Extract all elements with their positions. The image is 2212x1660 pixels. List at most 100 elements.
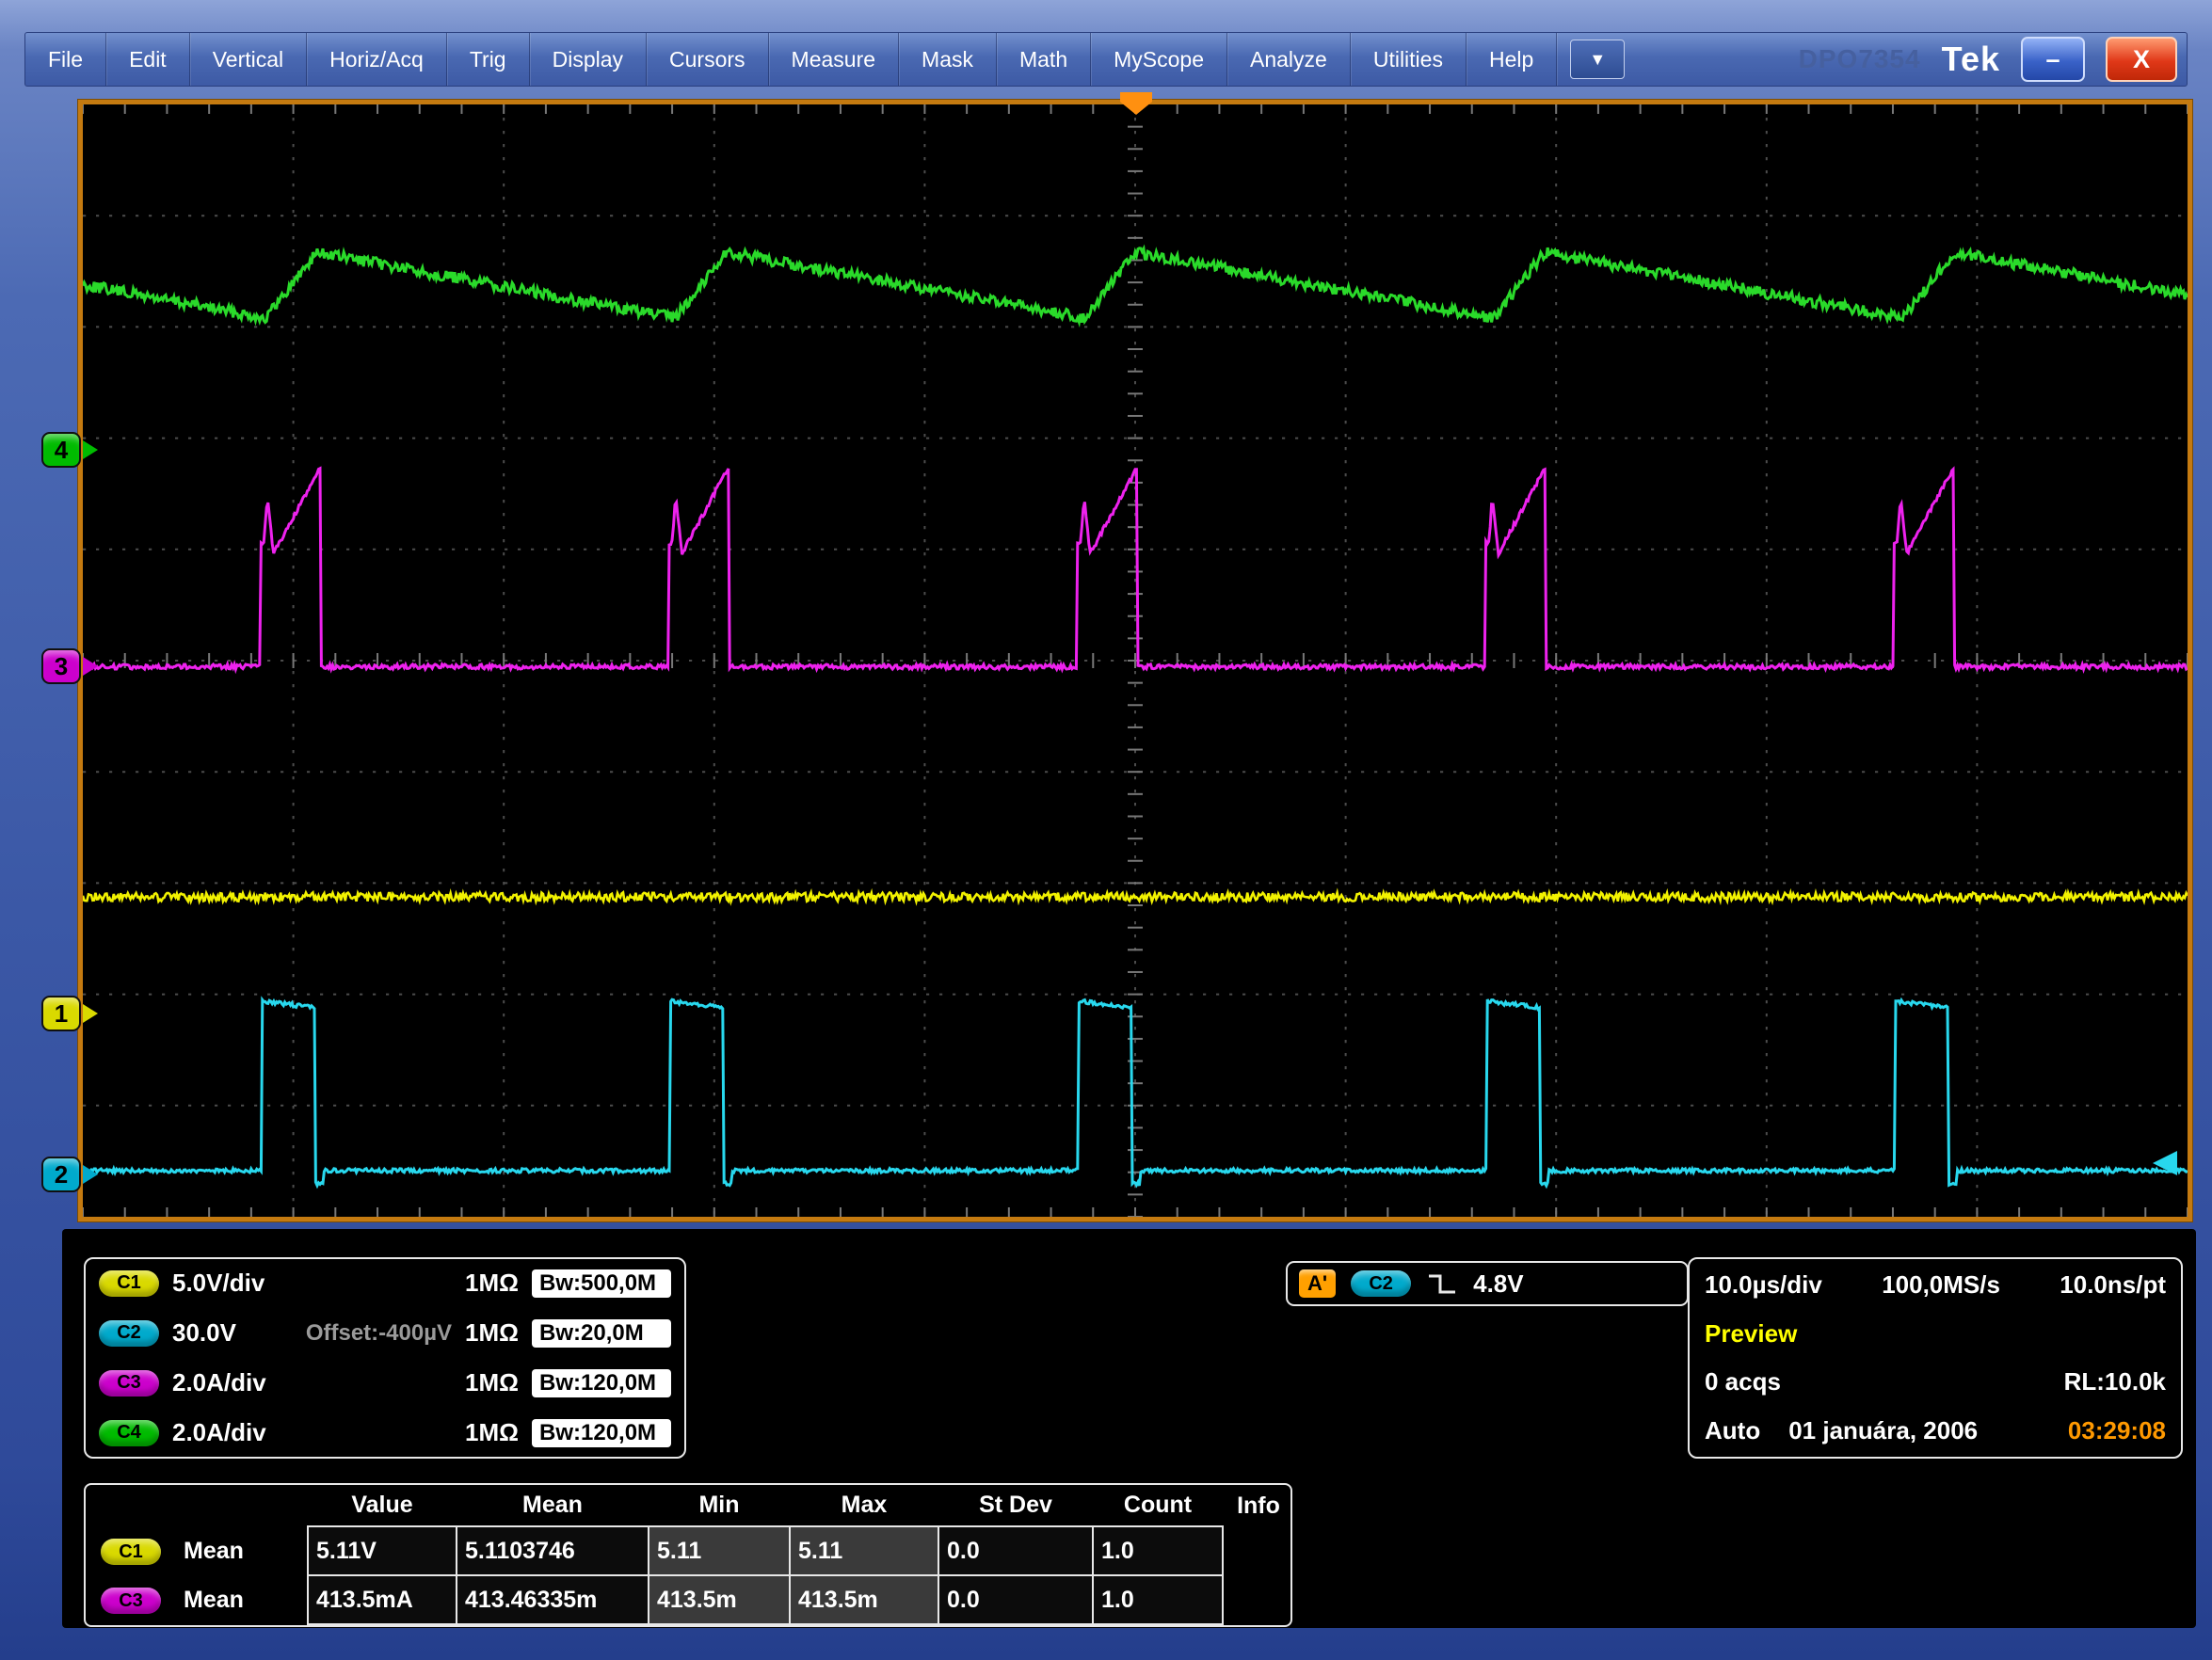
measurement-header-row: Value Mean Min Max St Dev Count Info bbox=[86, 1485, 1292, 1526]
timing-readout-box: 10.0µs/div 100,0MS/s 10.0ns/pt Preview 0… bbox=[1688, 1257, 2183, 1459]
meas-c3-min: 413.5m bbox=[649, 1575, 790, 1624]
meas-c1-min: 5.11 bbox=[649, 1526, 790, 1575]
readout-row-c2[interactable]: C2 30.0V Offset:-400µV 1MΩ Bw:20,0M bbox=[99, 1318, 671, 1348]
minimize-icon: – bbox=[2045, 47, 2060, 72]
menu-item-myscope[interactable]: MyScope bbox=[1091, 33, 1227, 86]
acqs-count: 0 acqs bbox=[1705, 1367, 1781, 1397]
meas-c3-stdev: 0.0 bbox=[938, 1575, 1093, 1624]
menu-item-math[interactable]: Math bbox=[997, 33, 1091, 86]
channel-2-badge: 2 bbox=[41, 1157, 81, 1192]
channel-1-arrow-icon bbox=[83, 1004, 98, 1023]
menu-item-horiz-acq[interactable]: Horiz/Acq bbox=[307, 33, 447, 86]
menu-item-display[interactable]: Display bbox=[530, 33, 647, 86]
meas-c3-count: 1.0 bbox=[1093, 1575, 1223, 1624]
c3-scale: 2.0A/div bbox=[172, 1368, 330, 1397]
meas-c1-badge[interactable]: C1 bbox=[101, 1539, 161, 1565]
preview-status: Preview bbox=[1705, 1319, 1797, 1349]
waveform-svg bbox=[83, 104, 2188, 1217]
channel-3-marker[interactable]: 3 bbox=[41, 648, 98, 684]
menu-item-edit[interactable]: Edit bbox=[106, 33, 190, 86]
c1-impedance: 1MΩ bbox=[465, 1269, 519, 1298]
chevron-down-icon: ▼ bbox=[1589, 50, 1606, 70]
time-label: 03:29:08 bbox=[2068, 1416, 2166, 1445]
meas-c3-info bbox=[1223, 1575, 1292, 1624]
meas-c3-name: Mean bbox=[176, 1575, 308, 1624]
waveform-display[interactable] bbox=[78, 100, 2192, 1221]
meas-c1-name: Mean bbox=[176, 1526, 308, 1575]
c2-badge[interactable]: C2 bbox=[99, 1320, 159, 1347]
acq-mode-row: Preview bbox=[1705, 1319, 2166, 1349]
meas-c1-value: 5.11V bbox=[308, 1526, 457, 1575]
menu-item-utilities[interactable]: Utilities bbox=[1351, 33, 1467, 86]
channel-4-badge: 4 bbox=[41, 432, 81, 468]
date-label: 01 januára, 2006 bbox=[1788, 1416, 1978, 1445]
c1-bandwidth-badge: Bw:500,0M bbox=[532, 1269, 671, 1298]
menu-item-file[interactable]: File bbox=[25, 33, 106, 86]
readout-row-c4[interactable]: C4 2.0A/div 1MΩ Bw:120,0M bbox=[99, 1418, 671, 1447]
col-header-value: Value bbox=[308, 1485, 457, 1526]
col-header-count: Count bbox=[1093, 1485, 1223, 1526]
meas-c3-value: 413.5mA bbox=[308, 1575, 457, 1624]
col-header-min: Min bbox=[649, 1485, 790, 1526]
channel-1-badge: 1 bbox=[41, 996, 81, 1031]
c2-scale: 30.0V bbox=[172, 1318, 293, 1348]
c1-scale: 5.0V/div bbox=[172, 1269, 330, 1298]
menu-item-analyze[interactable]: Analyze bbox=[1227, 33, 1351, 86]
c2-offset: Offset:-400µV bbox=[306, 1320, 452, 1347]
channel-2-marker[interactable]: 2 bbox=[41, 1157, 98, 1192]
record-length: RL:10.0k bbox=[2064, 1367, 2166, 1397]
channel-4-marker[interactable]: 4 bbox=[41, 432, 98, 468]
menu-overflow-button[interactable]: ▼ bbox=[1570, 40, 1625, 79]
c4-badge[interactable]: C4 bbox=[99, 1420, 159, 1446]
c2-impedance: 1MΩ bbox=[465, 1318, 519, 1348]
model-label: DPO7354 bbox=[1799, 44, 1921, 74]
col-header-stdev: St Dev bbox=[938, 1485, 1093, 1526]
c3-badge[interactable]: C3 bbox=[99, 1370, 159, 1397]
c4-scale: 2.0A/div bbox=[172, 1418, 330, 1447]
c1-badge[interactable]: C1 bbox=[99, 1270, 159, 1297]
channel-3-arrow-icon bbox=[83, 657, 98, 676]
close-button[interactable]: X bbox=[2106, 37, 2177, 82]
measurement-row-c3: C3 Mean 413.5mA 413.46335m 413.5m 413.5m… bbox=[86, 1575, 1292, 1624]
c3-impedance: 1MΩ bbox=[465, 1368, 519, 1397]
menu-item-measure[interactable]: Measure bbox=[769, 33, 899, 86]
readout-row-c1[interactable]: C1 5.0V/div 1MΩ Bw:500,0M bbox=[99, 1269, 671, 1298]
meas-c3-mean: 413.46335m bbox=[457, 1575, 649, 1624]
measurement-table: Value Mean Min Max St Dev Count Info C1 … bbox=[84, 1483, 1292, 1627]
menu-item-trig[interactable]: Trig bbox=[447, 33, 530, 86]
channel-readout-box: C1 5.0V/div 1MΩ Bw:500,0M C2 30.0V Offse… bbox=[84, 1257, 686, 1459]
sample-rate-value: 100,0MS/s bbox=[1882, 1270, 2000, 1300]
window-controls: DPO7354 Tek – X bbox=[1799, 33, 2187, 86]
trigger-level-arrow[interactable] bbox=[2153, 1151, 2177, 1175]
trigger-readout-box[interactable]: A' C2 4.8V bbox=[1286, 1261, 1689, 1306]
col-header-mean: Mean bbox=[457, 1485, 649, 1526]
acq-count-row: 0 acqs RL:10.0k bbox=[1705, 1367, 2166, 1397]
trigger-a-badge[interactable]: A' bbox=[1299, 1269, 1336, 1298]
menu-item-mask[interactable]: Mask bbox=[899, 33, 997, 86]
trigger-source-badge[interactable]: C2 bbox=[1351, 1270, 1411, 1297]
menu-item-vertical[interactable]: Vertical bbox=[190, 33, 307, 86]
menu-bar: File Edit Vertical Horiz/Acq Trig Displa… bbox=[24, 32, 2188, 87]
meas-c1-mean: 5.1103746 bbox=[457, 1526, 649, 1575]
status-panel: C1 5.0V/div 1MΩ Bw:500,0M C2 30.0V Offse… bbox=[62, 1229, 2196, 1628]
channel-1-marker[interactable]: 1 bbox=[41, 996, 98, 1031]
meas-c3-badge[interactable]: C3 bbox=[101, 1588, 161, 1614]
c4-impedance: 1MΩ bbox=[465, 1418, 519, 1447]
c4-bandwidth-badge: Bw:120,0M bbox=[532, 1419, 671, 1447]
close-icon: X bbox=[2133, 47, 2150, 72]
col-header-info: Info bbox=[1223, 1485, 1292, 1526]
oscilloscope-screen: { "colors": { "c1": "#d9d900", "c2": "#0… bbox=[0, 0, 2212, 1660]
meas-c1-stdev: 0.0 bbox=[938, 1526, 1093, 1575]
menu-item-cursors[interactable]: Cursors bbox=[647, 33, 769, 86]
meas-c1-max: 5.11 bbox=[790, 1526, 938, 1575]
channel-2-arrow-icon bbox=[83, 1165, 98, 1184]
menu-item-help[interactable]: Help bbox=[1467, 33, 1557, 86]
measurement-row-c1: C1 Mean 5.11V 5.1103746 5.11 5.11 0.0 1.… bbox=[86, 1526, 1292, 1575]
sweep-mode: Auto bbox=[1705, 1416, 1760, 1445]
readout-row-c3[interactable]: C3 2.0A/div 1MΩ Bw:120,0M bbox=[99, 1368, 671, 1397]
meas-c1-count: 1.0 bbox=[1093, 1526, 1223, 1575]
trigger-level-value: 4.8V bbox=[1473, 1269, 1524, 1299]
minimize-button[interactable]: – bbox=[2021, 37, 2085, 82]
channel-3-badge: 3 bbox=[41, 648, 81, 684]
col-header-max: Max bbox=[790, 1485, 938, 1526]
